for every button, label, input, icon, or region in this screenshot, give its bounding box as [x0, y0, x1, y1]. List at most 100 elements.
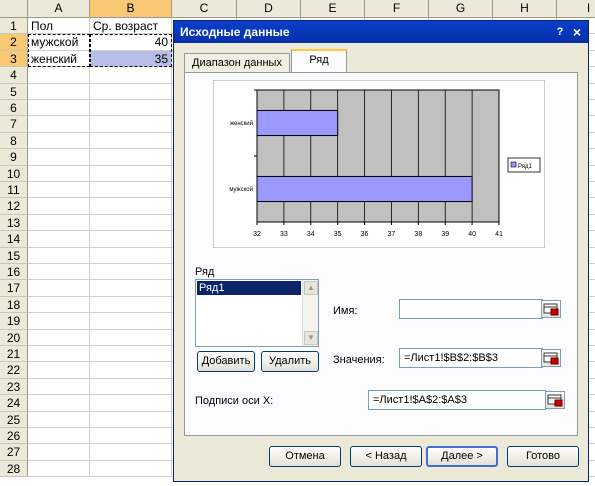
cell-b20[interactable] [90, 329, 172, 346]
x-labels-ref-button[interactable] [545, 391, 565, 409]
cell-a11[interactable] [28, 182, 90, 199]
scroll-down-icon[interactable]: ▼ [304, 331, 318, 345]
row-header-2[interactable]: 2 [0, 34, 28, 51]
series-list-item[interactable]: Ряд1 [197, 281, 301, 295]
cell-a26[interactable] [28, 428, 90, 445]
cell-a5[interactable] [28, 83, 90, 100]
listbox-scrollbar[interactable]: ▲ ▼ [302, 280, 318, 346]
cell-a9[interactable] [28, 149, 90, 166]
column-header-i[interactable]: I [557, 0, 595, 18]
row-header-12[interactable]: 12 [0, 198, 28, 215]
cell-b28[interactable] [90, 460, 172, 478]
column-header-b[interactable]: B [90, 0, 172, 18]
series-listbox[interactable]: Ряд1 ▲ ▼ [195, 279, 319, 347]
row-header-3[interactable]: 3 [0, 50, 28, 68]
cell-a27[interactable] [28, 444, 90, 461]
cell-b13[interactable] [90, 214, 172, 232]
column-header-d[interactable]: D [237, 0, 301, 18]
tab-series[interactable]: Ряд [291, 49, 347, 73]
row-header-6[interactable]: 6 [0, 100, 28, 117]
cell-a10[interactable] [28, 165, 90, 182]
row-header-20[interactable]: 20 [0, 329, 28, 346]
cell-b21[interactable] [90, 346, 172, 363]
cell-b16[interactable] [90, 264, 172, 281]
delete-series-button[interactable]: Удалить [261, 351, 319, 372]
cell-a23[interactable] [28, 378, 90, 396]
cell-a7[interactable] [28, 116, 90, 133]
cell-b9[interactable] [90, 149, 172, 166]
cell-b22[interactable] [90, 362, 172, 379]
cell-a24[interactable] [28, 395, 90, 412]
select-all-corner[interactable] [0, 0, 28, 18]
cell-a4[interactable] [28, 67, 90, 84]
cell-b10[interactable] [90, 165, 172, 182]
tab-data-range[interactable]: Диапазон данных [184, 53, 290, 73]
row-header-22[interactable]: 22 [0, 362, 28, 379]
row-header-23[interactable]: 23 [0, 378, 28, 396]
cell-b14[interactable] [90, 231, 172, 248]
cell-b27[interactable] [90, 444, 172, 461]
row-header-15[interactable]: 15 [0, 247, 28, 264]
cell-b6[interactable] [90, 100, 172, 117]
cell-b15[interactable] [90, 247, 172, 264]
cell-b8[interactable] [90, 132, 172, 150]
dialog-title-bar[interactable]: Исходные данные [174, 21, 588, 43]
name-ref-button[interactable] [541, 300, 561, 318]
cell-a20[interactable] [28, 329, 90, 346]
row-header-24[interactable]: 24 [0, 395, 28, 412]
row-header-16[interactable]: 16 [0, 264, 28, 281]
column-header-e[interactable]: E [301, 0, 365, 18]
cell-a12[interactable] [28, 198, 90, 215]
cell-b18[interactable] [90, 296, 172, 314]
row-header-5[interactable]: 5 [0, 83, 28, 100]
values-ref-button[interactable] [541, 349, 561, 367]
column-header-a[interactable]: A [28, 0, 90, 18]
cell-a16[interactable] [28, 264, 90, 281]
cell-a6[interactable] [28, 100, 90, 117]
name-input[interactable] [399, 299, 543, 319]
cell-b24[interactable] [90, 395, 172, 412]
row-header-17[interactable]: 17 [0, 280, 28, 297]
finish-button[interactable]: Готово [507, 446, 579, 467]
column-header-f[interactable]: F [365, 0, 429, 18]
cell-a3[interactable]: женский [28, 50, 90, 68]
row-header-13[interactable]: 13 [0, 214, 28, 232]
cell-b2[interactable]: 40 [90, 34, 172, 51]
next-button[interactable]: Далее > [426, 446, 498, 467]
row-header-21[interactable]: 21 [0, 346, 28, 363]
cancel-button[interactable]: Отмена [269, 446, 341, 467]
cell-b25[interactable] [90, 411, 172, 428]
row-header-28[interactable]: 28 [0, 460, 28, 478]
row-header-19[interactable]: 19 [0, 313, 28, 330]
cell-a28[interactable] [28, 460, 90, 478]
row-header-9[interactable]: 9 [0, 149, 28, 166]
add-series-button[interactable]: Добавить [197, 351, 255, 372]
row-header-11[interactable]: 11 [0, 182, 28, 199]
cell-b5[interactable] [90, 83, 172, 100]
cell-b4[interactable] [90, 67, 172, 84]
cell-a17[interactable] [28, 280, 90, 297]
cell-a21[interactable] [28, 346, 90, 363]
cell-b1[interactable]: Ср. возраст [90, 18, 172, 35]
row-header-4[interactable]: 4 [0, 67, 28, 84]
cell-b7[interactable] [90, 116, 172, 133]
row-header-18[interactable]: 18 [0, 296, 28, 314]
row-header-25[interactable]: 25 [0, 411, 28, 428]
cell-a2[interactable]: мужской [28, 34, 90, 51]
cell-b26[interactable] [90, 428, 172, 445]
cell-a22[interactable] [28, 362, 90, 379]
row-header-26[interactable]: 26 [0, 428, 28, 445]
cell-b3[interactable]: 35 [90, 50, 172, 68]
cell-a8[interactable] [28, 132, 90, 150]
column-header-c[interactable]: C [172, 0, 237, 18]
scroll-up-icon[interactable]: ▲ [304, 281, 318, 295]
values-input[interactable]: =Лист1!$B$2:$B$3 [399, 348, 543, 368]
cell-a14[interactable] [28, 231, 90, 248]
x-labels-input[interactable]: =Лист1!$A$2:$A$3 [368, 390, 546, 410]
column-header-h[interactable]: H [493, 0, 557, 18]
row-header-8[interactable]: 8 [0, 132, 28, 150]
cell-b12[interactable] [90, 198, 172, 215]
cell-a18[interactable] [28, 296, 90, 314]
cell-b23[interactable] [90, 378, 172, 396]
row-header-7[interactable]: 7 [0, 116, 28, 133]
